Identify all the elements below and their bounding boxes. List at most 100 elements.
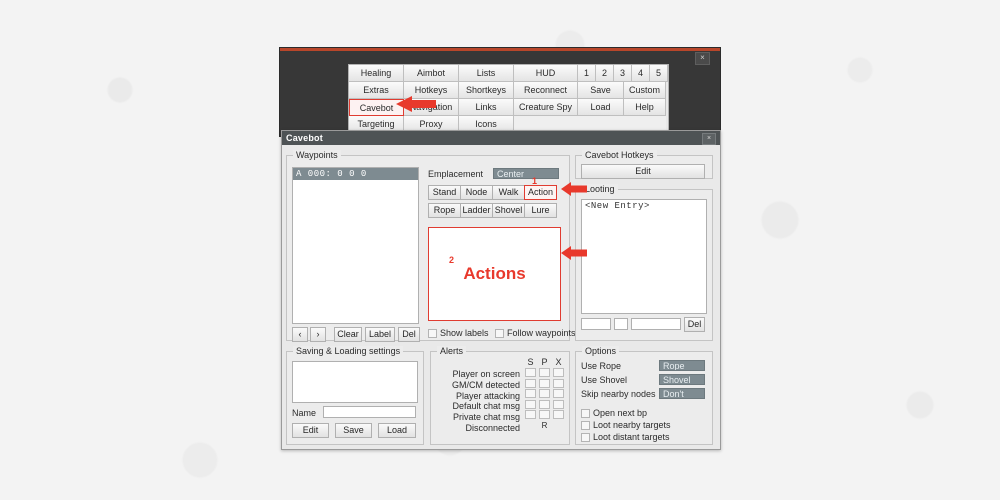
saving-loading-group-label: Saving & Loading settings — [293, 346, 404, 356]
actions-preview-label: Actions — [463, 264, 526, 283]
cavebot-hotkeys-edit-button[interactable]: Edit — [581, 164, 705, 179]
alert-checkbox[interactable] — [539, 389, 550, 398]
alert-checkbox[interactable] — [553, 368, 564, 377]
alerts-column-header-p: P — [541, 357, 548, 367]
emplacement-select[interactable]: Center — [493, 168, 559, 179]
waypoint-type-button-walk[interactable]: Walk — [492, 185, 525, 200]
alerts-checkbox-row — [525, 399, 564, 409]
menu-item-creature-spy[interactable]: Creature Spy — [514, 99, 578, 116]
looting-field-1[interactable] — [581, 318, 611, 330]
profile-load-button[interactable]: Load — [378, 423, 416, 438]
waypoint-next-button[interactable]: › — [310, 327, 326, 342]
looting-del-button[interactable]: Del — [684, 317, 705, 332]
saving-profiles-listbox[interactable] — [292, 361, 418, 403]
menu-item-lists[interactable]: Lists — [459, 65, 514, 82]
menu-item-save[interactable]: Save — [578, 82, 624, 99]
waypoint-type-button-action[interactable]: Action — [524, 185, 557, 200]
waypoint-prev-button[interactable]: ‹ — [292, 327, 308, 342]
waypoint-label-button[interactable]: Label — [365, 327, 395, 342]
alert-checkbox[interactable] — [539, 410, 550, 419]
alert-checkbox[interactable] — [553, 378, 564, 388]
option-checkbox-row[interactable]: Open next bp — [581, 408, 705, 418]
menu-item-hud[interactable]: HUD — [514, 65, 578, 82]
profile-save-button[interactable]: Save — [335, 423, 372, 438]
waypoint-type-row-1: Stand Node Walk Action — [428, 185, 557, 200]
waypoint-type-button-stand[interactable]: Stand — [428, 185, 461, 200]
waypoint-list-item[interactable]: A 000: 0 0 0 — [293, 168, 418, 180]
cavebot-close-button[interactable]: × — [702, 133, 716, 145]
menu-item-5[interactable]: 5 — [650, 65, 668, 82]
profile-name-label: Name — [292, 408, 317, 418]
menu-item-healing[interactable]: Healing — [349, 65, 404, 82]
looting-listbox[interactable]: <New Entry> — [581, 199, 707, 314]
alerts-column-headers: SPX — [525, 357, 564, 367]
looting-field-3[interactable] — [631, 318, 681, 330]
waypoint-type-button-shovel[interactable]: Shovel — [492, 203, 525, 218]
option-label: Use Shovel — [581, 374, 628, 385]
menu-item-load[interactable]: Load — [578, 99, 624, 116]
option-select-use-rope[interactable]: Rope — [659, 360, 705, 371]
alerts-group-label: Alerts — [437, 346, 467, 356]
menu-item-shortkeys[interactable]: Shortkeys — [459, 82, 514, 99]
cavebot-window-title: Cavebot — [286, 133, 323, 143]
app-close-button[interactable]: × — [695, 52, 710, 65]
waypoint-del-button[interactable]: Del — [398, 327, 420, 342]
actions-preview-box[interactable]: Actions — [428, 227, 561, 321]
waypoint-type-button-ladder[interactable]: Ladder — [460, 203, 493, 218]
option-select-use-shovel[interactable]: Shovel — [659, 374, 705, 385]
options-selects-list: Use Rope Rope Use Shovel Shovel Skip nearby … — [581, 360, 705, 402]
alert-checkbox[interactable] — [539, 378, 550, 388]
show-labels-checkbox[interactable] — [428, 328, 437, 338]
waypoint-type-button-node[interactable]: Node — [460, 185, 493, 200]
option-checkbox-loot-nearby-targets[interactable] — [581, 420, 590, 430]
option-select-skip-nearby-nodes[interactable]: Don't — [659, 388, 705, 399]
menu-item-links[interactable]: Links — [459, 99, 514, 116]
annotation-arrow-cavebot-tab — [396, 96, 436, 112]
alert-row-label: Default chat msg — [452, 401, 520, 412]
profile-edit-button[interactable]: Edit — [292, 423, 329, 438]
alert-checkbox[interactable] — [525, 378, 536, 388]
menu-item-4[interactable]: 4 — [632, 65, 650, 82]
option-checkbox-row[interactable]: Loot nearby targets — [581, 420, 705, 430]
menu-item-reconnect[interactable]: Reconnect — [514, 82, 578, 99]
menu-item-1[interactable]: 1 — [578, 65, 596, 82]
alert-checkbox[interactable] — [525, 410, 536, 419]
menu-item-aimbot[interactable]: Aimbot — [404, 65, 459, 82]
alert-row-label: GM/CM detected — [451, 379, 520, 390]
annotation-arrow-actions-box — [561, 246, 587, 260]
cavebot-hotkeys-group-label: Cavebot Hotkeys — [582, 150, 657, 160]
follow-waypoints-checkbox[interactable] — [495, 328, 504, 338]
looting-field-2[interactable] — [614, 318, 628, 330]
alert-row-label: Disconnected — [465, 422, 520, 433]
alert-cell-empty — [525, 421, 536, 430]
menu-item-help[interactable]: Help — [624, 99, 666, 116]
looting-list-item[interactable]: <New Entry> — [582, 200, 706, 212]
waypoint-type-button-rope[interactable]: Rope — [428, 203, 461, 218]
waypoints-listbox[interactable]: A 000: 0 0 0 — [292, 167, 419, 324]
emplacement-label: Emplacement — [428, 169, 484, 179]
alert-checkbox[interactable] — [553, 399, 564, 409]
options-group-label: Options — [582, 346, 620, 356]
alert-checkbox[interactable] — [539, 399, 550, 409]
alert-checkbox[interactable] — [525, 368, 536, 377]
alert-checkbox[interactable] — [525, 399, 536, 409]
alerts-checkbox-row: R — [525, 421, 564, 430]
follow-waypoints-checkbox-row[interactable]: Follow waypoints — [495, 328, 576, 338]
option-checkbox-row[interactable]: Loot distant targets — [581, 432, 705, 442]
option-checkbox-label: Loot nearby targets — [593, 420, 671, 430]
alert-checkbox[interactable] — [553, 410, 564, 419]
alert-checkbox[interactable] — [539, 368, 550, 377]
menu-item-3[interactable]: 3 — [614, 65, 632, 82]
cavebot-titlebar[interactable]: Cavebot × — [282, 131, 720, 145]
waypoint-clear-button[interactable]: Clear — [334, 327, 362, 342]
menu-item-2[interactable]: 2 — [596, 65, 614, 82]
alert-checkbox[interactable] — [525, 389, 536, 398]
option-checkbox-open-next-bp[interactable] — [581, 408, 590, 418]
alert-checkbox[interactable] — [553, 389, 564, 398]
profile-name-input[interactable] — [323, 406, 416, 418]
menu-item-custom[interactable]: Custom — [624, 82, 666, 99]
waypoint-type-button-lure[interactable]: Lure — [524, 203, 557, 218]
show-labels-checkbox-row[interactable]: Show labels — [428, 328, 489, 338]
annotation-marker-1: 1 — [532, 176, 538, 186]
option-checkbox-loot-distant-targets[interactable] — [581, 432, 590, 442]
